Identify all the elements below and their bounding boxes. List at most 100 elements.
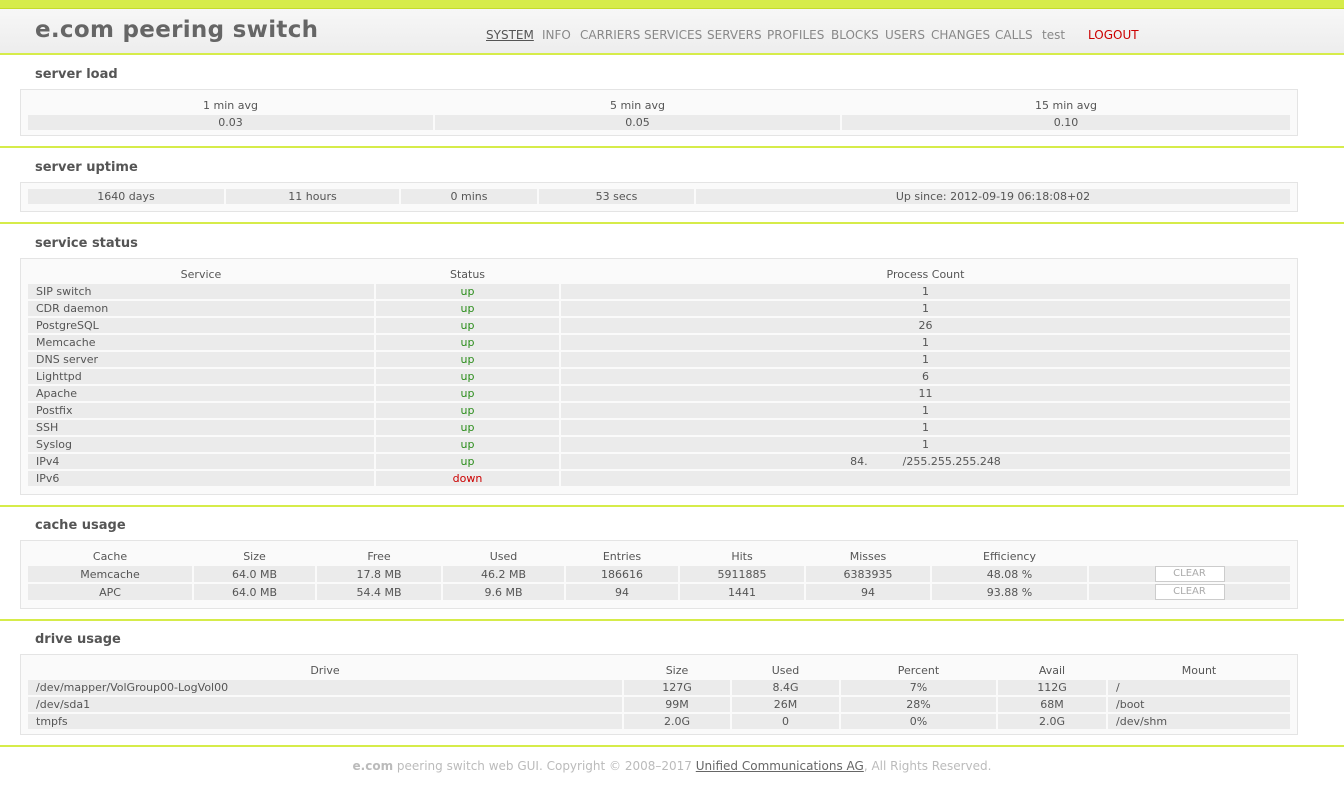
table-row: APC 64.0 MB 54.4 MB 9.6 MB 94 1441 94 93.88 % CL… xyxy=(28,584,1290,600)
cache-used: 46.2 MB xyxy=(443,566,564,582)
column-header: 1 min avg xyxy=(203,98,258,112)
drive-used: 26M xyxy=(732,697,839,712)
cache-size: 64.0 MB xyxy=(194,566,315,582)
service-name: Lighttpd xyxy=(28,369,374,384)
service-name: CDR daemon xyxy=(28,301,374,316)
drive-mount: /boot xyxy=(1108,697,1290,712)
uptime-secs: 53 secs xyxy=(539,189,694,204)
section-divider xyxy=(0,619,1344,621)
table-row: CDR daemon up 1 xyxy=(28,301,1290,316)
clear-cache-button[interactable]: CLEAR xyxy=(1154,566,1225,582)
service-name: Memcache xyxy=(28,335,374,350)
column-header: 5 min avg xyxy=(610,98,665,112)
nav-carriers[interactable]: CARRIERS xyxy=(580,28,640,42)
column-header: Mount xyxy=(1181,663,1217,677)
cache-name: APC xyxy=(28,584,192,600)
service-name: SIP switch xyxy=(28,284,374,299)
footer-company-link[interactable]: Unified Communications AG xyxy=(696,759,864,773)
load-15min: 0.10 xyxy=(842,115,1290,130)
load-1min: 0.03 xyxy=(28,115,433,130)
process-count: 1 xyxy=(561,437,1290,452)
nav-changes[interactable]: CHANGES xyxy=(931,28,990,42)
service-name: SSH xyxy=(28,420,374,435)
drive-percent: 7% xyxy=(841,680,996,695)
table-row: IPv4 up 84. /255.255.255.248 xyxy=(28,454,1290,469)
clear-cache-button[interactable]: CLEAR xyxy=(1154,584,1225,600)
table-row: Apache up 11 xyxy=(28,386,1290,401)
service-status: up xyxy=(376,454,559,469)
drive-usage-panel: Drive Size Used Percent Avail Mount /dev… xyxy=(20,654,1298,735)
drive-mount: /dev/shm xyxy=(1108,714,1290,729)
column-header: Drive xyxy=(310,663,340,677)
nav-info[interactable]: INFO xyxy=(542,28,571,42)
nav-system[interactable]: SYSTEM xyxy=(486,28,534,42)
cache-usage-table: Cache Size Free Used Entries Hits Misses… xyxy=(26,546,1292,602)
nav-users[interactable]: USERS xyxy=(885,28,925,42)
column-header: Free xyxy=(367,549,391,563)
cache-size: 64.0 MB xyxy=(194,584,315,600)
drive-mount: / xyxy=(1108,680,1290,695)
process-count: 1 xyxy=(561,420,1290,435)
service-status: up xyxy=(376,437,559,452)
column-header-empty xyxy=(1089,548,1290,564)
process-count: 1 xyxy=(561,301,1290,316)
server-uptime-table: 1640 days 11 hours 0 mins 53 secs Up sin… xyxy=(26,187,1292,206)
cache-efficiency: 93.88 % xyxy=(932,584,1087,600)
drive-avail: 112G xyxy=(998,680,1106,695)
cache-entries: 186616 xyxy=(566,566,678,582)
nav-blocks[interactable]: BLOCKS xyxy=(831,28,879,42)
nav-servers[interactable]: SERVERS xyxy=(707,28,762,42)
drive-avail: 2.0G xyxy=(998,714,1106,729)
column-header: Misses xyxy=(849,549,887,563)
cache-used: 9.6 MB xyxy=(443,584,564,600)
service-status: up xyxy=(376,403,559,418)
service-status: up xyxy=(376,301,559,316)
drive-percent: 0% xyxy=(841,714,996,729)
process-count: 84. /255.255.255.248 xyxy=(561,454,1290,469)
nav-profiles[interactable]: PROFILES xyxy=(767,28,824,42)
uptime-hours: 11 hours xyxy=(226,189,399,204)
drive-avail: 68M xyxy=(998,697,1106,712)
service-status: up xyxy=(376,284,559,299)
nav-test[interactable]: test xyxy=(1042,28,1065,42)
service-name: PostgreSQL xyxy=(28,318,374,333)
service-name: Syslog xyxy=(28,437,374,452)
process-count: 1 xyxy=(561,335,1290,350)
section-title-cache-usage: cache usage xyxy=(35,518,126,533)
cache-entries: 94 xyxy=(566,584,678,600)
column-header: Size xyxy=(665,663,689,677)
logout-link[interactable]: LOGOUT xyxy=(1088,28,1139,42)
column-header: Service xyxy=(180,267,222,281)
load-5min: 0.05 xyxy=(435,115,840,130)
clear-cell: CLEAR xyxy=(1089,566,1290,582)
service-status: up xyxy=(376,335,559,350)
section-title-server-uptime: server uptime xyxy=(35,160,138,175)
service-status: up xyxy=(376,352,559,367)
nav-services[interactable]: SERVICES xyxy=(644,28,702,42)
column-header: Efficiency xyxy=(983,549,1036,563)
section-title-server-load: server load xyxy=(35,67,118,82)
table-row: 0.03 0.05 0.10 xyxy=(28,115,1290,130)
column-header: Entries xyxy=(602,549,642,563)
table-row: Postfix up 1 xyxy=(28,403,1290,418)
nav-calls[interactable]: CALLS xyxy=(995,28,1033,42)
process-count xyxy=(561,471,1290,486)
process-count: 1 xyxy=(561,403,1290,418)
clear-cell: CLEAR xyxy=(1089,584,1290,600)
section-title-service-status: service status xyxy=(35,236,138,251)
column-header: Status xyxy=(449,267,486,281)
column-header: Percent xyxy=(897,663,940,677)
column-header: Hits xyxy=(731,549,753,563)
server-uptime-panel: 1640 days 11 hours 0 mins 53 secs Up sin… xyxy=(20,182,1298,212)
table-row: Memcache 64.0 MB 17.8 MB 46.2 MB 186616 59118… xyxy=(28,566,1290,582)
service-name: IPv4 xyxy=(28,454,374,469)
footer: e.com peering switch web GUI. Copyright … xyxy=(0,759,1344,773)
section-divider xyxy=(0,745,1344,747)
process-count: 6 xyxy=(561,369,1290,384)
cache-hits: 1441 xyxy=(680,584,804,600)
drive-used: 0 xyxy=(732,714,839,729)
cache-free: 54.4 MB xyxy=(317,584,441,600)
cache-efficiency: 48.08 % xyxy=(932,566,1087,582)
footer-brand: e.com xyxy=(352,759,394,773)
drive-name: /dev/sda1 xyxy=(28,697,622,712)
